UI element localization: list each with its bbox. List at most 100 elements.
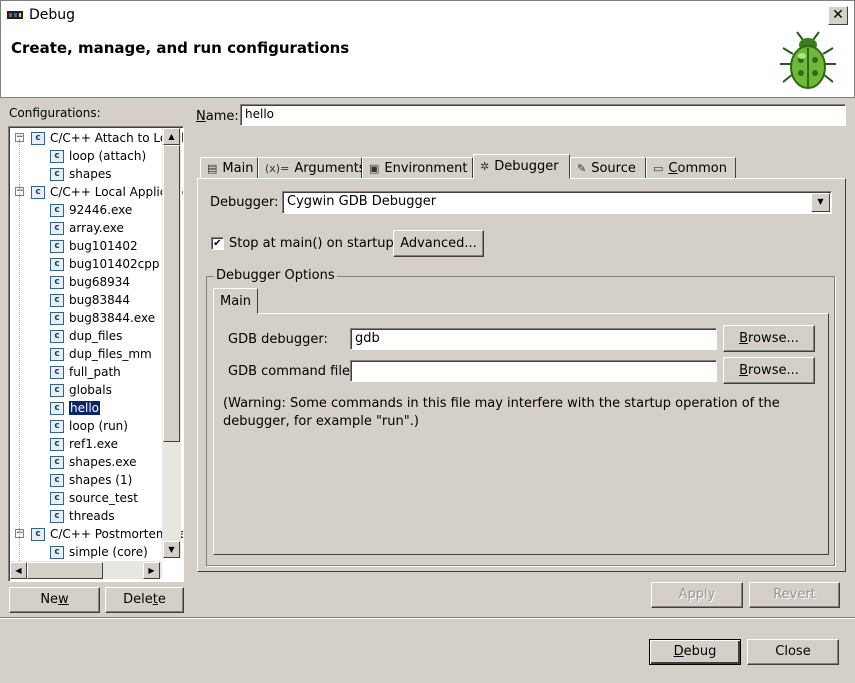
cpp-config-icon: c <box>50 473 64 487</box>
tab-label: Debugger <box>494 159 559 174</box>
tree-item[interactable]: c bug83844 <box>50 291 130 309</box>
warning-text: (Warning: Some commands in this file may… <box>223 396 780 429</box>
tree-label: full_path <box>69 365 121 379</box>
tree-item[interactable]: c hello <box>50 399 100 417</box>
tree-item[interactable]: c dup_files <box>50 327 122 345</box>
cpp-config-icon: c <box>50 239 64 253</box>
browse-label: rowse... <box>748 331 799 346</box>
dialog-header: Create, manage, and run configurations <box>0 28 855 98</box>
tree-item[interactable]: c dup_files_mm <box>50 345 152 363</box>
debug-label: ebug <box>683 644 717 659</box>
cpp-config-icon: c <box>50 167 64 181</box>
tab-label: Source <box>591 160 636 176</box>
tree-item[interactable]: c loop (attach) <box>50 147 146 165</box>
gdb-command-file-input[interactable] <box>350 360 717 382</box>
scroll-right-button[interactable]: ▶ <box>143 562 160 579</box>
tree-guide-line <box>19 139 20 579</box>
debug-button[interactable]: Debug <box>649 639 741 665</box>
tree-label: bug101402 <box>69 239 138 253</box>
tree-item[interactable]: c simple (core) <box>50 543 148 561</box>
configurations-label: Configurations: <box>9 106 101 120</box>
tree-item[interactable]: c ref1.exe <box>50 435 118 453</box>
browse-label: rowse... <box>748 363 799 378</box>
vertical-scroll-thumb[interactable] <box>163 145 180 442</box>
tree-item[interactable]: c 92446.exe <box>50 201 132 219</box>
close-button[interactable]: Close <box>747 639 839 665</box>
tree-label: loop (run) <box>69 419 128 433</box>
tree-label: dup_files_mm <box>69 347 152 361</box>
gdb-command-file-label: GDB command file: <box>228 364 355 379</box>
cpp-config-icon: c <box>50 329 64 343</box>
tree-item[interactable]: c loop (run) <box>50 417 128 435</box>
tree-item[interactable]: c shapes (1) <box>50 471 132 489</box>
debug-mnemonic: D <box>673 644 684 659</box>
tree-item[interactable]: c shapes.exe <box>50 453 137 471</box>
debugger-dropdown-button[interactable]: ▼ <box>811 193 830 212</box>
stop-at-main-label: Stop at main() on startup <box>229 236 394 251</box>
cpp-config-icon: c <box>50 275 64 289</box>
cpp-config-icon: c <box>50 257 64 271</box>
bug-icon <box>780 31 836 89</box>
name-input[interactable]: hello <box>240 104 846 126</box>
apply-button[interactable]: Apply <box>651 582 743 608</box>
tree-item[interactable]: c bug68934 <box>50 273 130 291</box>
configurations-tree[interactable]: cC/C++ Attach to Local Application−cloop… <box>8 126 184 582</box>
cpp-config-icon: c <box>50 293 64 307</box>
options-tab-main[interactable]: Main <box>213 288 259 314</box>
cpp-config-icon: c <box>50 545 64 559</box>
revert-button[interactable]: Revert <box>749 582 840 608</box>
tree-item[interactable]: c bug83844.exe <box>50 309 155 327</box>
browse-gdb-button[interactable]: Browse... <box>723 325 815 352</box>
scroll-down-button[interactable]: ▼ <box>163 541 180 558</box>
tree-vertical-scrollbar[interactable]: ▲ ▼ <box>162 128 181 558</box>
cpp-group-icon: c <box>31 185 45 199</box>
page-icon: ▤ <box>207 161 218 175</box>
tree-item[interactable]: c source_test <box>50 489 138 507</box>
gdb-debugger-input[interactable]: gdb <box>350 328 717 350</box>
cpp-config-icon: c <box>50 491 64 505</box>
tree-item[interactable]: c array.exe <box>50 219 124 237</box>
tree-label: shapes.exe <box>69 455 137 469</box>
name-label: Name: <box>196 109 239 124</box>
tree-label: globals <box>69 383 112 397</box>
tab-environment[interactable]: ▣ Environment <box>362 157 473 179</box>
close-window-button[interactable]: ✕ <box>828 6 848 25</box>
tree-item[interactable]: c shapes <box>50 165 111 183</box>
horizontal-scroll-thumb[interactable] <box>27 562 103 579</box>
common-icon: ▭ <box>653 161 664 175</box>
tab-common[interactable]: ▭ Common <box>646 157 736 179</box>
header-title: Create, manage, and run configurations <box>11 39 350 57</box>
tree-item[interactable]: c bug101402 <box>50 237 138 255</box>
source-icon: ✎ <box>577 161 587 175</box>
delete-label: Dele <box>123 592 153 607</box>
tree-label: shapes <box>69 167 112 181</box>
tree-item[interactable]: c bug101402cpp <box>50 255 159 273</box>
debugger-select[interactable]: Cygwin GDB Debugger <box>282 191 832 214</box>
cpp-config-icon: c <box>50 509 64 523</box>
advanced-button[interactable]: Advanced... <box>393 230 484 257</box>
browse-mnemonic: B <box>739 363 749 378</box>
tree-horizontal-scrollbar[interactable]: ◀ ▶ <box>10 561 162 579</box>
scroll-up-button[interactable]: ▲ <box>163 128 180 145</box>
tree-label: shapes (1) <box>69 473 133 487</box>
browse-command-file-button[interactable]: Browse... <box>723 357 815 384</box>
new-button[interactable]: New <box>9 587 100 613</box>
tree-item[interactable]: c globals <box>50 381 112 399</box>
cpp-config-icon: c <box>50 203 64 217</box>
new-mnemonic: w <box>58 592 69 607</box>
tab-main[interactable]: ▤ Main <box>200 157 258 179</box>
tab-source[interactable]: ✎ Source <box>570 157 646 179</box>
tree-item[interactable]: c threads <box>50 507 115 525</box>
tab-debugger[interactable]: ✲ Debugger <box>473 154 570 179</box>
cpp-config-icon: c <box>50 437 64 451</box>
tree-item[interactable]: c full_path <box>50 363 121 381</box>
arguments-icon: (x)= <box>265 161 290 175</box>
delete-button[interactable]: Delete <box>105 587 184 613</box>
stop-at-main-checkbox[interactable]: ✔ <box>211 237 224 250</box>
tab-arguments[interactable]: (x)= Arguments <box>258 157 366 179</box>
cpp-config-icon: c <box>50 419 64 433</box>
scroll-left-button[interactable]: ◀ <box>10 562 27 579</box>
cpp-config-icon: c <box>50 365 64 379</box>
debugger-options-label: Debugger Options <box>214 268 337 283</box>
tab-label: Arguments <box>294 160 366 176</box>
